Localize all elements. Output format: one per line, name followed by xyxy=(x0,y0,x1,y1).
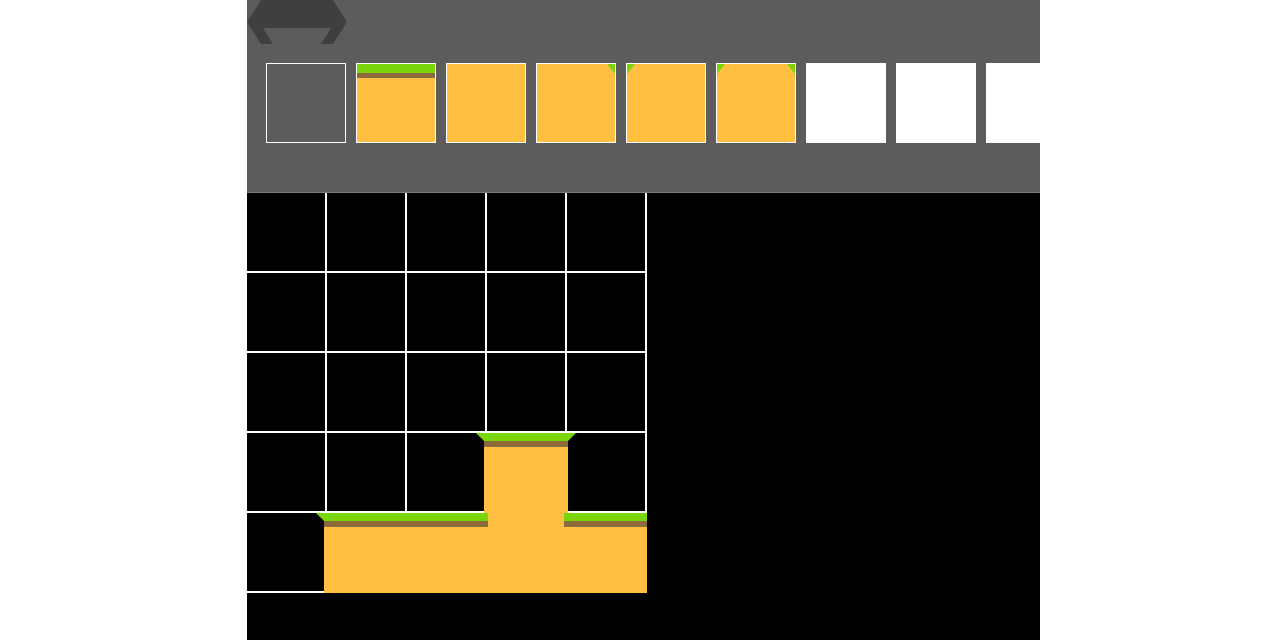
ground-left-grass xyxy=(316,513,496,521)
ground-right-grass-edge xyxy=(564,521,647,527)
empty-tile[interactable] xyxy=(266,63,346,143)
blank-tile-icon xyxy=(807,64,885,142)
dirt-corner-left-tile[interactable] xyxy=(626,63,706,143)
dirt-corner-right-icon xyxy=(537,64,615,142)
dirt-tile[interactable] xyxy=(446,63,526,143)
level-editor xyxy=(247,0,1040,640)
empty-tile-icon xyxy=(267,64,345,142)
blank-tile[interactable] xyxy=(896,63,976,143)
tile-toolbar xyxy=(247,0,1040,193)
raised-platform-grass-edge xyxy=(484,441,568,447)
dirt-corner-both-icon xyxy=(717,64,795,142)
grass-top-tile-icon xyxy=(357,64,435,142)
platform-column-dirt xyxy=(488,513,564,593)
blank-tile-icon xyxy=(987,64,1040,142)
blank-tile[interactable] xyxy=(986,63,1040,143)
tile-palette xyxy=(247,63,1040,143)
double-arrow-logo-icon[interactable] xyxy=(247,0,347,44)
blank-tile-icon xyxy=(897,64,975,142)
terrain-layer xyxy=(316,433,647,593)
ground-right-grass xyxy=(556,513,647,521)
blank-tile[interactable] xyxy=(806,63,886,143)
grass-top-tile[interactable] xyxy=(356,63,436,143)
dirt-corner-left-icon xyxy=(627,64,705,142)
dirt-tile-icon xyxy=(447,64,525,142)
dirt-corner-right-tile[interactable] xyxy=(536,63,616,143)
raised-platform-grass xyxy=(476,433,576,441)
raised-platform-dirt xyxy=(484,447,568,513)
ground-left-grass-edge xyxy=(324,521,488,527)
dirt-corner-both-tile[interactable] xyxy=(716,63,796,143)
